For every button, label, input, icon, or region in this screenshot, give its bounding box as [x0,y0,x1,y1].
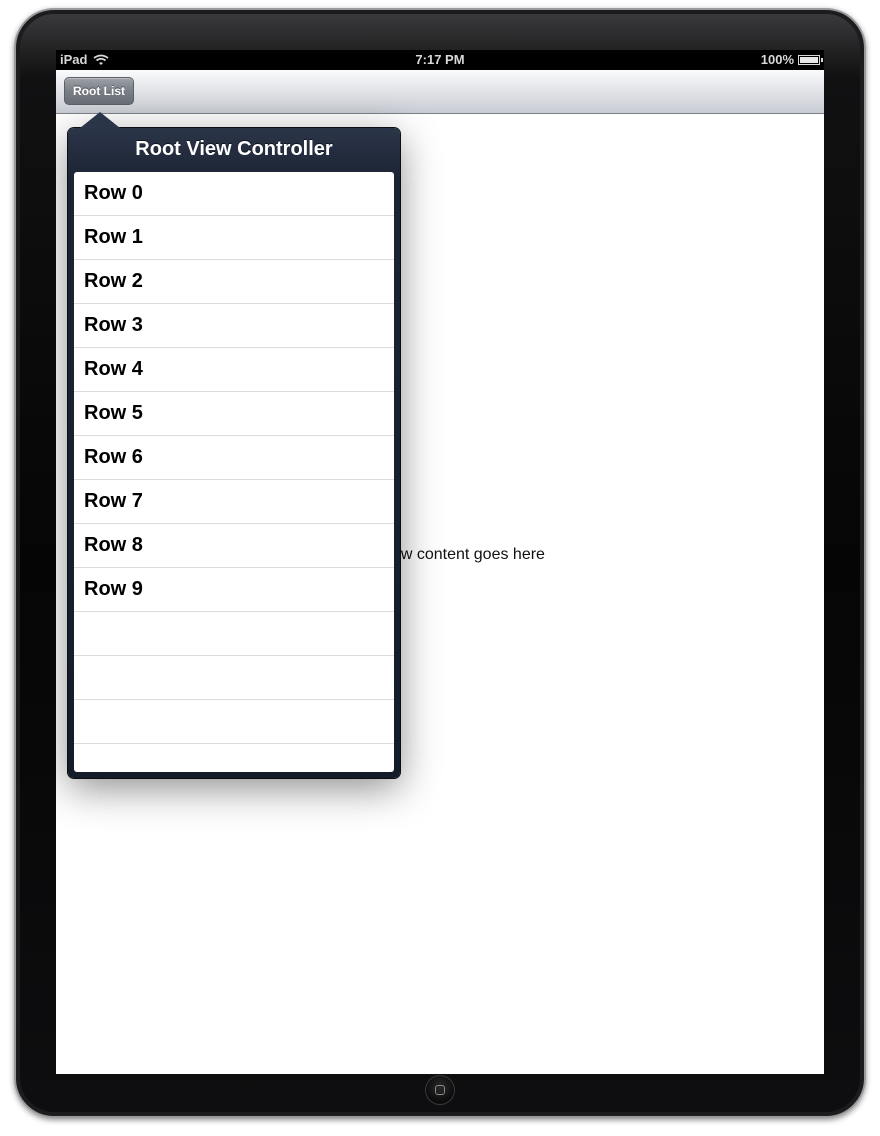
table-row[interactable]: Row 7 [74,480,394,524]
table-row[interactable]: Row 4 [74,348,394,392]
home-square-icon [435,1085,445,1095]
table-row[interactable]: Row 5 [74,392,394,436]
root-list-popover: Root View Controller Row 0 Row 1 Row 2 Row … [68,112,400,778]
table-row[interactable]: Row 3 [74,304,394,348]
status-bar: iPad 7:17 PM 100% [56,50,824,70]
table-row[interactable]: Row 2 [74,260,394,304]
root-list-button[interactable]: Root List [64,77,134,105]
status-time: 7:17 PM [415,52,465,67]
home-button[interactable] [425,1075,455,1105]
empty-table-row [74,700,394,744]
table-row[interactable]: Row 6 [74,436,394,480]
root-table-view[interactable]: Row 0 Row 1 Row 2 Row 3 Row 4 Row 5 Row 6 Row 7… [74,172,394,772]
popover-title: Root View Controller [135,138,333,160]
status-right: 100% [760,52,823,67]
battery-percent: 100% [760,52,794,67]
table-row[interactable]: Row 8 [74,524,394,568]
table-row[interactable]: Row 0 [74,172,394,216]
popover-arrow [80,112,120,128]
battery-icon [798,54,823,65]
table-row[interactable]: Row 1 [74,216,394,260]
navigation-bar: Root List [56,70,824,114]
empty-table-row [74,656,394,700]
ipad-screen: iPad 7:17 PM 100% Root List Detail view … [56,50,824,1074]
battery-fill [800,56,818,63]
table-row[interactable]: Row 9 [74,568,394,612]
empty-table-row [74,612,394,656]
